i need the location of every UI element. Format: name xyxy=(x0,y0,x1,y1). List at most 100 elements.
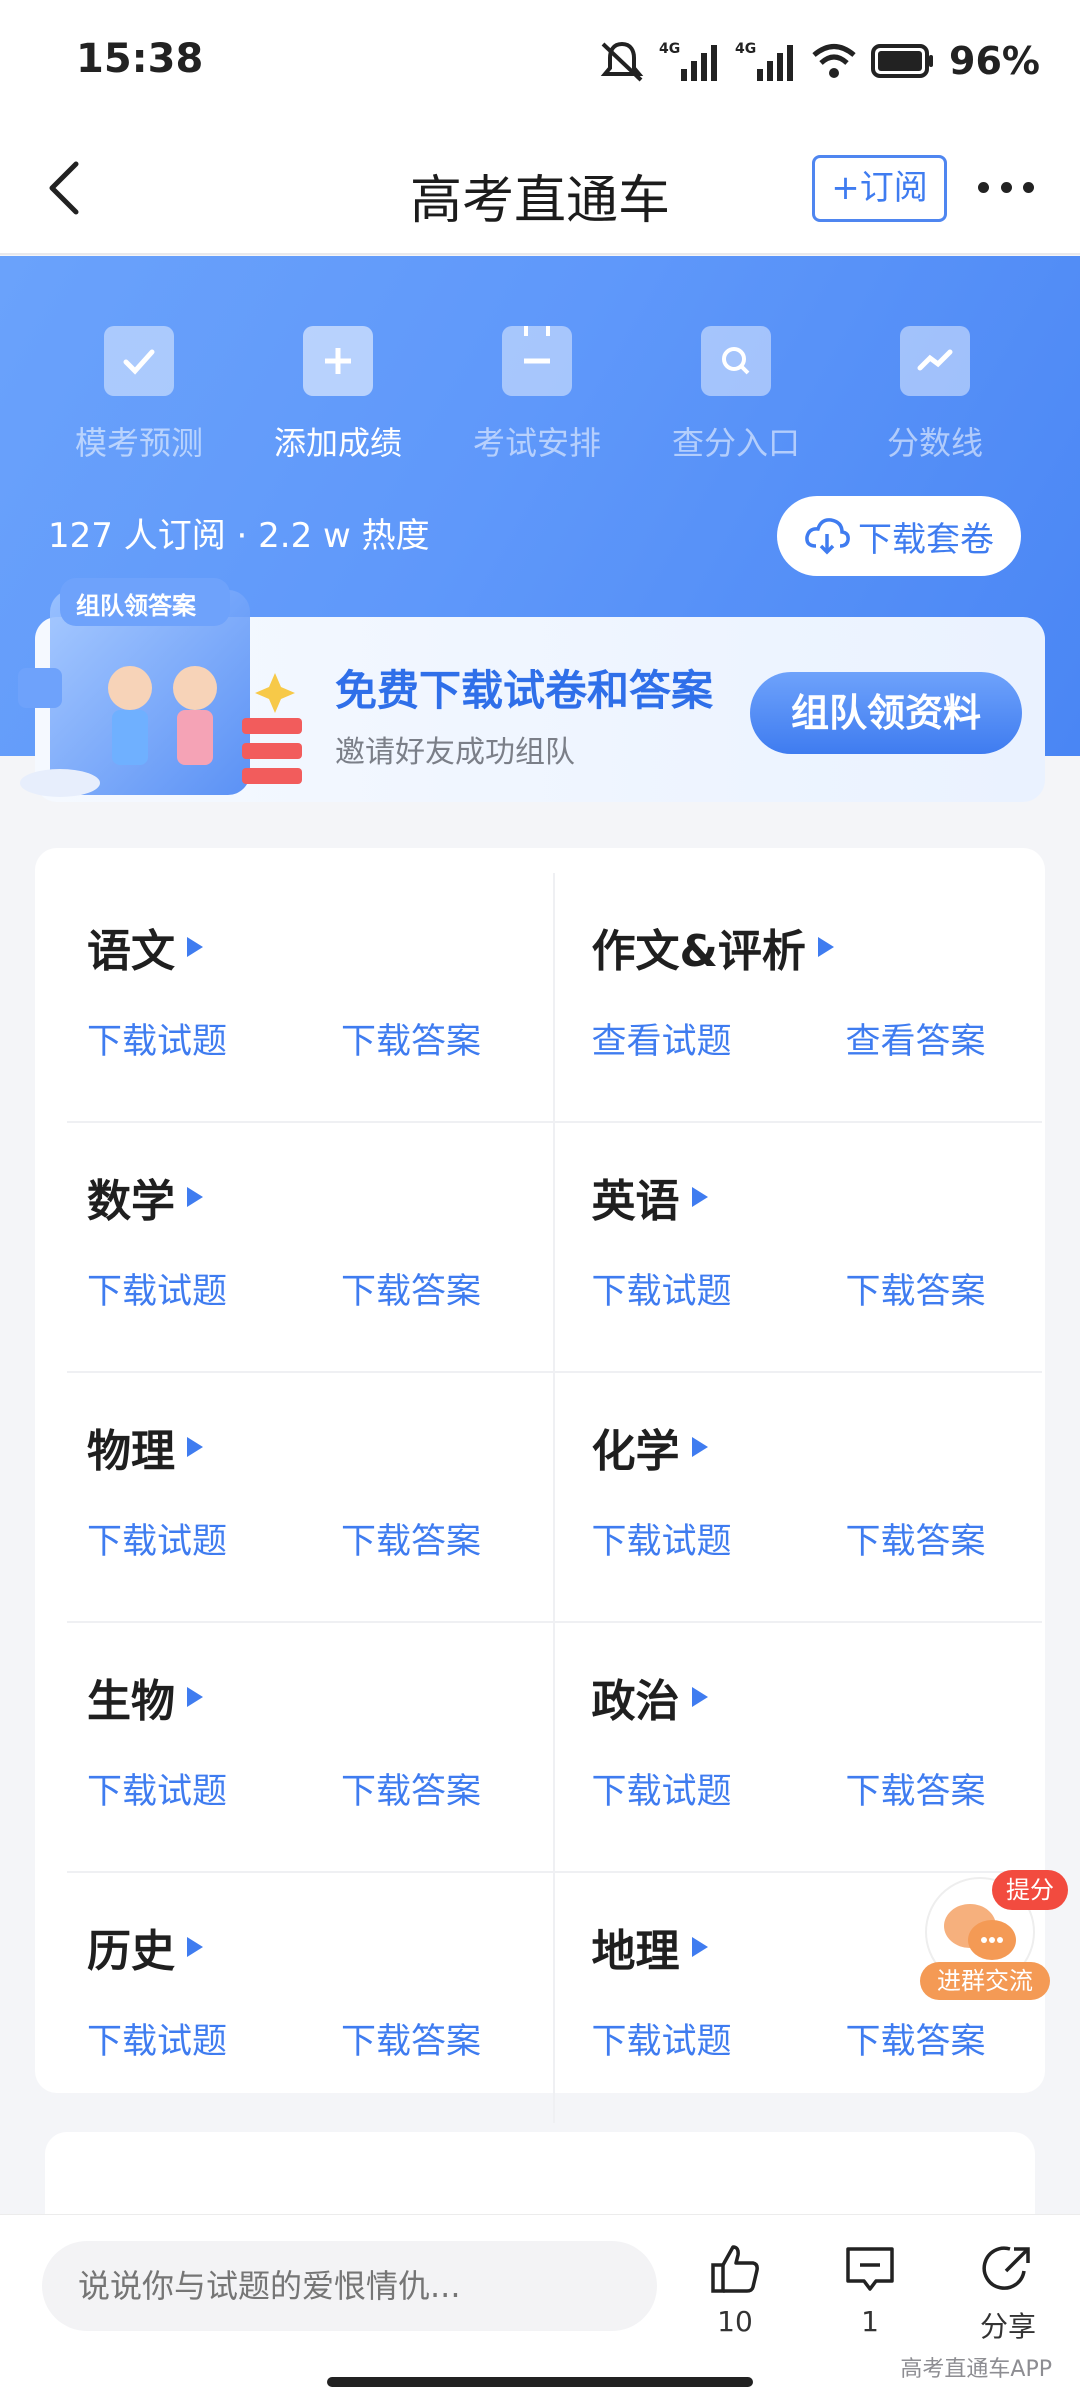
plus-icon xyxy=(303,326,373,396)
subscribe-button[interactable]: +订阅 xyxy=(812,155,947,222)
signal-icon: 4G xyxy=(659,41,718,81)
download-answers-link[interactable]: 下载答案 xyxy=(341,1013,481,1064)
quick-action-score-query[interactable]: 查分入口 xyxy=(656,326,816,464)
subject-essay: 作文&评析 查看试题 查看答案 xyxy=(555,873,1043,1121)
check-icon xyxy=(104,326,174,396)
share-button[interactable]: 分享 xyxy=(958,2241,1058,2345)
team-up-button[interactable]: 组队领资料 xyxy=(750,672,1022,754)
view-answers-link[interactable]: 查看答案 xyxy=(846,1013,986,1064)
subject-title[interactable]: 生物 xyxy=(87,1665,203,1729)
subject-name: 历史 xyxy=(87,1926,175,1977)
subject-politics: 政治 下载试题 下载答案 xyxy=(555,1623,1043,1871)
download-pack-button[interactable]: 下载套卷 xyxy=(777,496,1021,576)
subject-chinese: 语文 下载试题 下载答案 xyxy=(67,873,555,1121)
subject-name: 物理 xyxy=(87,1426,175,1477)
view-questions-link[interactable]: 查看试题 xyxy=(592,1013,732,1064)
subject-physics: 物理 下载试题 下载答案 xyxy=(67,1373,555,1621)
subject-name: 生物 xyxy=(87,1676,175,1727)
download-answers-link[interactable]: 下载答案 xyxy=(341,2013,481,2064)
download-questions-link[interactable]: 下载试题 xyxy=(87,1263,227,1314)
subject-name: 英语 xyxy=(591,1176,680,1227)
download-answers-link[interactable]: 下载答案 xyxy=(846,1763,986,1814)
comment-input[interactable] xyxy=(42,2241,657,2331)
more-icon[interactable] xyxy=(978,182,1034,194)
share-icon xyxy=(982,2246,1030,2290)
triangle-right-icon xyxy=(691,1187,708,1207)
triangle-right-icon xyxy=(691,1437,708,1457)
quick-action-exam-schedule[interactable]: 考试安排 xyxy=(457,326,617,464)
quick-action-mock-forecast[interactable]: 模考预测 xyxy=(59,326,219,464)
subject-row: 历史 下载试题 下载答案 地理 下载试题 下载答案 xyxy=(67,1873,1042,2123)
subject-name: 作文&评析 xyxy=(591,926,806,977)
triangle-right-icon xyxy=(817,937,834,957)
trend-icon xyxy=(900,326,970,396)
download-answers-link[interactable]: 下载答案 xyxy=(846,1513,986,1564)
calendar-icon xyxy=(502,326,572,396)
download-answers-link[interactable]: 下载答案 xyxy=(341,1263,481,1314)
wifi-icon xyxy=(812,44,856,78)
comment-icon xyxy=(846,2247,894,2291)
share-label: 分享 xyxy=(979,2310,1036,2343)
subject-english: 英语 下载试题 下载答案 xyxy=(555,1123,1043,1371)
download-answers-link[interactable]: 下载答案 xyxy=(846,1263,986,1314)
comment-button[interactable]: 1 xyxy=(820,2241,920,2338)
subject-title[interactable]: 历史 xyxy=(87,1915,203,1979)
subject-title[interactable]: 化学 xyxy=(592,1415,708,1479)
quick-action-add-score[interactable]: 添加成绩 xyxy=(258,326,418,464)
subject-title[interactable]: 数学 xyxy=(87,1165,203,1229)
subject-title[interactable]: 语文 xyxy=(87,915,203,979)
triangle-right-icon xyxy=(187,1437,203,1457)
download-questions-link[interactable]: 下载试题 xyxy=(87,1513,227,1564)
download-answers-link[interactable]: 下载答案 xyxy=(846,2013,986,2064)
download-questions-link[interactable]: 下载试题 xyxy=(592,2013,732,2064)
float-badge: 提分 xyxy=(1006,1876,1054,1904)
subscription-stats: 127 人订阅 · 2.2 w 热度 xyxy=(48,516,430,556)
team-illustration: 组队领答案 xyxy=(18,578,302,797)
download-questions-link[interactable]: 下载试题 xyxy=(87,1763,227,1814)
download-questions-link[interactable]: 下载试题 xyxy=(592,1513,732,1564)
download-questions-link[interactable]: 下载试题 xyxy=(592,1263,732,1314)
triangle-right-icon xyxy=(187,1687,203,1707)
triangle-right-icon xyxy=(187,1187,203,1207)
subject-row: 物理 下载试题 下载答案 化学 下载试题 下载答案 xyxy=(67,1373,1042,1623)
triangle-right-icon xyxy=(187,937,203,957)
download-questions-link[interactable]: 下载试题 xyxy=(87,1013,227,1064)
battery-icon xyxy=(871,44,934,78)
group-chat-float-button[interactable]: 提分 进群交流 xyxy=(920,1870,1068,2000)
subject-chemistry: 化学 下载试题 下载答案 xyxy=(555,1373,1043,1621)
subject-biology: 生物 下载试题 下载答案 xyxy=(67,1623,555,1871)
quick-action-label: 考试安排 xyxy=(472,424,601,462)
subject-title[interactable]: 英语 xyxy=(592,1165,708,1229)
bottom-bar: 10 1 分享 高考直通车APP xyxy=(0,2214,1080,2400)
nav-bar: 高考直通车 +订阅 xyxy=(0,120,1080,255)
home-indicator[interactable] xyxy=(327,2377,753,2387)
triangle-right-icon xyxy=(691,1937,708,1957)
download-answers-link[interactable]: 下载答案 xyxy=(341,1763,481,1814)
comment-count: 1 xyxy=(861,2305,879,2338)
svg-text:4G: 4G xyxy=(735,41,756,57)
download-questions-link[interactable]: 下载试题 xyxy=(592,1763,732,1814)
mute-icon xyxy=(600,41,644,82)
quick-action-label: 分数线 xyxy=(886,424,983,462)
subject-row: 数学 下载试题 下载答案 英语 下载试题 下载答案 xyxy=(67,1123,1042,1373)
svg-text:组队领答案: 组队领答案 xyxy=(76,592,197,620)
subjects-card: 语文 下载试题 下载答案 作文&评析 查看试题 查看答案 数学 下载试题 下载答… xyxy=(35,848,1045,2123)
download-questions-link[interactable]: 下载试题 xyxy=(87,2013,227,2064)
subject-grid: 语文 下载试题 下载答案 作文&评析 查看试题 查看答案 数学 下载试题 下载答… xyxy=(67,873,1042,2123)
quick-action-label: 查分入口 xyxy=(671,424,800,462)
banner-subtitle: 邀请好友成功组队 xyxy=(335,735,575,770)
triangle-right-icon xyxy=(187,1937,203,1957)
thumbs-up-icon xyxy=(711,2245,759,2293)
subject-title[interactable]: 政治 xyxy=(592,1665,708,1729)
download-answers-link[interactable]: 下载答案 xyxy=(341,1513,481,1564)
quick-action-score-line[interactable]: 分数线 xyxy=(855,326,1015,464)
subject-row: 生物 下载试题 下载答案 政治 下载试题 下载答案 xyxy=(67,1623,1042,1873)
subject-title[interactable]: 物理 xyxy=(87,1415,203,1479)
subject-name: 语文 xyxy=(87,926,175,977)
banner-title: 免费下载试卷和答案 xyxy=(335,666,714,715)
subject-title[interactable]: 作文&评析 xyxy=(592,915,834,979)
like-button[interactable]: 10 xyxy=(685,2241,785,2338)
search-icon xyxy=(701,326,771,396)
subject-title[interactable]: 地理 xyxy=(592,1915,708,1979)
subject-math: 数学 下载试题 下载答案 xyxy=(67,1123,555,1371)
